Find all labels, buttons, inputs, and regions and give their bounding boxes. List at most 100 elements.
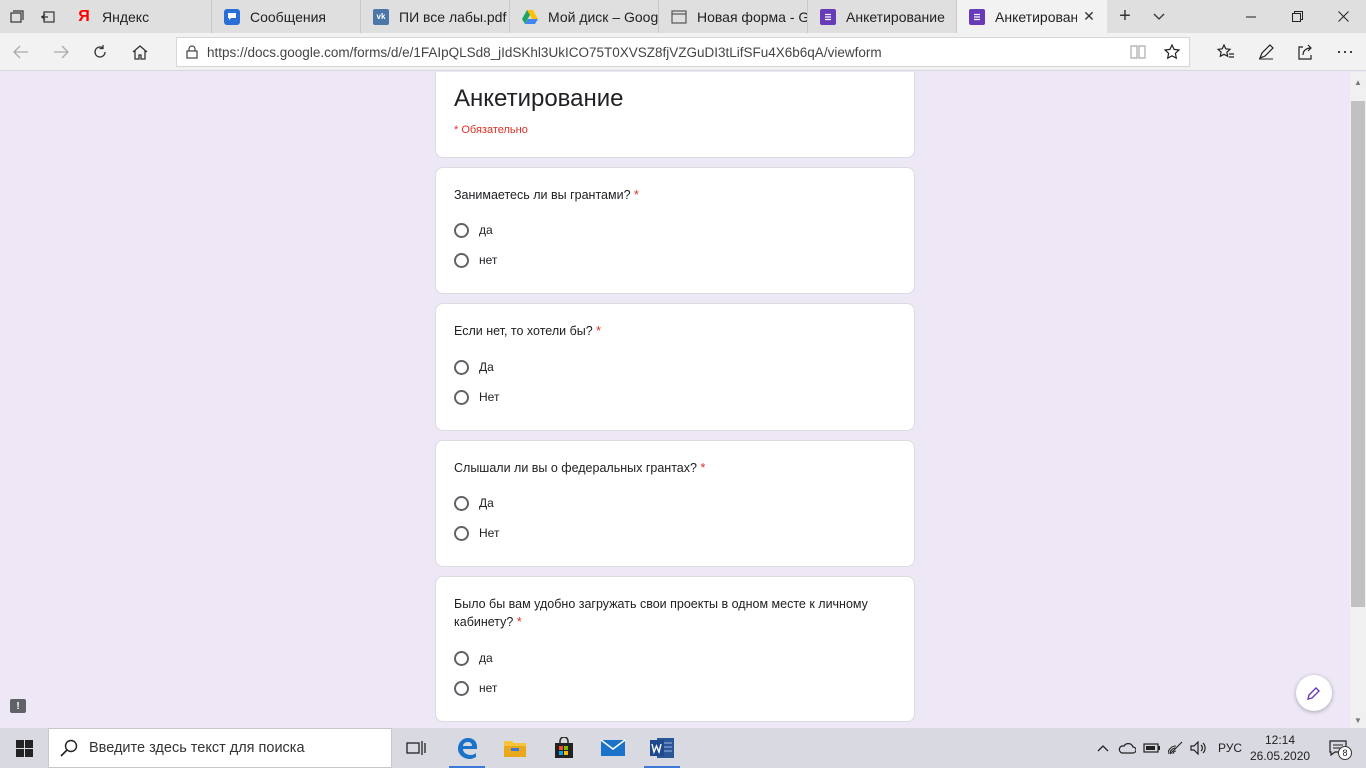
restore-icon[interactable] — [1274, 0, 1320, 33]
taskbar-search[interactable]: Введите здесь текст для поиска — [48, 728, 392, 768]
search-icon — [49, 739, 89, 757]
question-card: Занимаетесь ли вы грантами? * да нет — [435, 167, 915, 294]
microsoft-store-icon[interactable] — [540, 728, 588, 768]
radio-button[interactable] — [454, 495, 469, 511]
radio-button[interactable] — [454, 680, 469, 696]
radio-button[interactable] — [454, 650, 469, 666]
required-asterisk: * — [516, 615, 522, 629]
back-icon[interactable] — [2, 37, 40, 67]
address-toolbar: https://docs.google.com/forms/d/e/1FAIpQ… — [0, 33, 1366, 71]
radio-button[interactable] — [454, 252, 469, 268]
radio-option[interactable]: да — [454, 648, 493, 668]
radio-button[interactable] — [454, 359, 469, 375]
tab-new-form[interactable]: Новая форма - Gc — [659, 0, 808, 33]
file-explorer-icon[interactable] — [491, 728, 539, 768]
question-title: Если нет, то хотели бы? * — [454, 324, 602, 338]
required-asterisk: * — [596, 324, 602, 338]
required-asterisk: * — [700, 461, 706, 475]
page-icon — [671, 9, 687, 25]
search-placeholder[interactable]: Введите здесь текст для поиска — [89, 740, 305, 756]
close-window-icon[interactable] — [1320, 0, 1366, 33]
windows-start-icon[interactable] — [0, 728, 48, 768]
scroll-up-arrow-icon[interactable]: ▲ — [1350, 74, 1366, 90]
scrollbar-thumb[interactable] — [1351, 101, 1365, 607]
windows-taskbar: Введите здесь текст для поиска РУС 12:14… — [0, 728, 1366, 768]
volume-icon[interactable] — [1187, 728, 1211, 768]
favorites-list-icon[interactable] — [1207, 37, 1245, 67]
mail-icon[interactable] — [589, 728, 637, 768]
radio-option[interactable]: Да — [454, 357, 494, 377]
tab-pdf[interactable]: vk ПИ все лабы.pdf — [361, 0, 510, 33]
onedrive-cloud-icon[interactable] — [1115, 728, 1139, 768]
tab-label: ПИ все лабы.pdf — [399, 8, 507, 25]
radio-button[interactable] — [454, 389, 469, 405]
form-header-card: Анкетирование * Обязательно — [435, 72, 915, 158]
option-label[interactable]: Да — [479, 496, 494, 510]
form-title: Анкетирование — [454, 85, 624, 112]
tab-google-drive[interactable]: Мой диск – Googl — [510, 0, 659, 33]
edit-pencil-icon[interactable] — [1296, 675, 1332, 711]
taskbar-clock[interactable]: 12:14 26.05.2020 — [1250, 732, 1310, 764]
radio-option[interactable]: да — [454, 220, 493, 240]
option-label[interactable]: да — [479, 651, 493, 665]
more-menu-icon[interactable]: ⋯ — [1326, 37, 1364, 67]
task-view-icon[interactable] — [392, 728, 440, 768]
option-label[interactable]: Нет — [479, 390, 499, 404]
radio-option[interactable]: Нет — [454, 387, 499, 407]
tab-label: Мой диск – Googl — [548, 8, 658, 25]
tab-anketirovanie[interactable]: Анкетирование — [808, 0, 957, 33]
url-text[interactable]: https://docs.google.com/forms/d/e/1FAIpQ… — [207, 45, 1121, 60]
pen-notes-icon[interactable] — [1247, 37, 1285, 67]
required-note: * Обязательно — [454, 124, 528, 136]
refresh-icon[interactable] — [81, 37, 119, 67]
tab-preview-icon[interactable] — [0, 0, 32, 33]
radio-option[interactable]: нет — [454, 678, 497, 698]
form-page: Анкетирование * Обязательно Занимаетесь … — [0, 72, 1350, 728]
battery-icon[interactable] — [1140, 728, 1164, 768]
option-label[interactable]: нет — [479, 681, 497, 695]
option-label[interactable]: Да — [479, 360, 494, 374]
minimize-icon[interactable] — [1228, 0, 1274, 33]
feedback-icon[interactable]: ! — [10, 699, 26, 713]
reading-view-icon[interactable] — [1121, 38, 1155, 66]
home-icon[interactable] — [121, 37, 159, 67]
action-center-icon[interactable]: 8 — [1320, 728, 1356, 768]
question-title: Занимаетесь ли вы грантами? * — [454, 188, 639, 202]
question-title: Было бы вам удобно загружать свои проект… — [454, 597, 868, 629]
vk-icon: vk — [373, 8, 389, 25]
radio-button[interactable] — [454, 525, 469, 541]
tab-yandex[interactable]: Я Яндекс — [64, 0, 212, 33]
address-bar[interactable]: https://docs.google.com/forms/d/e/1FAIpQ… — [176, 37, 1190, 67]
tab-label: Сообщения — [250, 8, 326, 25]
scroll-down-arrow-icon[interactable]: ▼ — [1350, 712, 1366, 728]
set-aside-tabs-icon[interactable] — [32, 0, 64, 33]
radio-option[interactable]: нет — [454, 250, 497, 270]
language-indicator[interactable]: РУС — [1214, 728, 1246, 768]
question-card: Если нет, то хотели бы? * Да Нет — [435, 303, 915, 431]
tab-strip: Я Яндекс Сообщения vk ПИ все лабы.pdf Мо… — [0, 0, 1366, 33]
tab-label: Новая форма - Gc — [697, 8, 807, 25]
google-forms-icon — [820, 8, 836, 25]
lock-icon[interactable] — [177, 45, 207, 59]
question-card: Было бы вам удобно загружать свои проект… — [435, 576, 915, 722]
radio-option[interactable]: Да — [454, 493, 494, 513]
new-tab-icon[interactable]: + — [1107, 0, 1143, 33]
favorite-star-icon[interactable] — [1155, 38, 1189, 66]
tab-list-chevron-icon[interactable] — [1143, 0, 1175, 33]
word-icon[interactable] — [638, 728, 686, 768]
close-tab-icon[interactable]: ✕ — [1077, 5, 1101, 29]
share-icon[interactable] — [1286, 37, 1324, 67]
option-label[interactable]: Нет — [479, 526, 499, 540]
clock-date: 26.05.2020 — [1250, 749, 1311, 763]
clock-time: 12:14 — [1264, 733, 1296, 747]
wifi-icon[interactable] — [1164, 728, 1188, 768]
option-label[interactable]: да — [479, 223, 493, 237]
option-label[interactable]: нет — [479, 253, 497, 267]
tab-anketirovanie-active[interactable]: Анкетировани ✕ — [957, 0, 1107, 33]
show-hidden-icons-chevron[interactable] — [1092, 728, 1114, 768]
tab-messages[interactable]: Сообщения — [212, 0, 361, 33]
forward-icon[interactable] — [42, 37, 80, 67]
radio-option[interactable]: Нет — [454, 523, 499, 543]
radio-button[interactable] — [454, 222, 469, 238]
edge-browser-icon[interactable] — [443, 728, 491, 768]
